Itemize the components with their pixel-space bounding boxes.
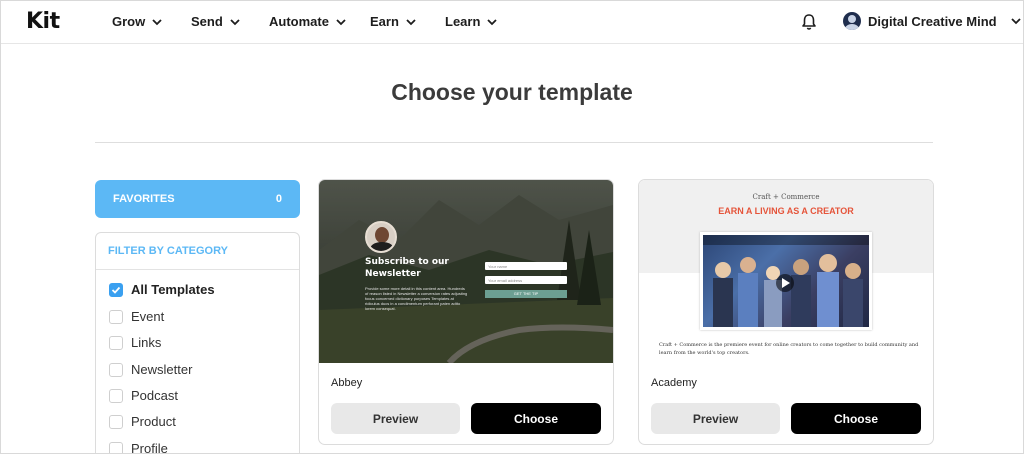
template-thumbnail-abbey[interactable]: Subscribe to our Newsletter Provide some…: [319, 180, 613, 363]
category-label: Profile: [131, 441, 168, 454]
nav-grow-label: Grow: [112, 14, 146, 29]
category-label: Links: [131, 335, 162, 350]
category-profile[interactable]: Profile: [109, 441, 168, 454]
profile-photo: [365, 221, 397, 253]
category-podcast[interactable]: Podcast: [109, 388, 178, 403]
app-window: Kit Grow Send Automate Earn Learn Digita: [0, 0, 1024, 454]
category-event[interactable]: Event: [109, 309, 164, 324]
chevron-down-icon: [1010, 18, 1021, 25]
mountain-landscape-image: [319, 180, 613, 363]
checkbox-icon[interactable]: [109, 441, 123, 453]
divider: [95, 142, 933, 143]
nav-automate[interactable]: Automate: [269, 14, 347, 29]
nav-learn[interactable]: Learn: [445, 14, 498, 29]
checkbox-icon[interactable]: [109, 388, 123, 403]
checkbox-icon[interactable]: [109, 309, 123, 324]
checkbox-checked-icon[interactable]: [109, 282, 123, 297]
favorites-count: 0: [275, 193, 282, 205]
template-card-academy: Craft + Commerce EARN A LIVING AS A CREA…: [638, 179, 934, 445]
crowd-photo-image: [703, 235, 869, 327]
thumb-body-text: Provide some more detail in this content…: [365, 286, 468, 311]
thumb-headline: EARN A LIVING AS A CREATOR: [718, 206, 854, 216]
thumb-subscribe-title: Subscribe to our Newsletter: [365, 257, 449, 279]
template-thumbnail-academy[interactable]: Craft + Commerce EARN A LIVING AS A CREA…: [639, 180, 933, 363]
nav-earn-label: Earn: [370, 14, 399, 29]
nav-grow[interactable]: Grow: [112, 14, 163, 29]
choose-button[interactable]: Choose: [791, 403, 921, 434]
chevron-down-icon: [406, 18, 416, 25]
kit-logo[interactable]: Kit: [26, 9, 60, 34]
category-label: Product: [131, 414, 176, 429]
category-newsletter[interactable]: Newsletter: [109, 362, 192, 377]
thumb-name-field: Your name: [485, 262, 567, 270]
template-name: Academy: [651, 377, 697, 389]
thumb-email-field: Your email address: [485, 276, 567, 284]
thumb-submit-button: GET THE TIP: [485, 290, 567, 298]
nav-send[interactable]: Send: [191, 14, 241, 29]
favorites-label: FAVORITES: [113, 193, 175, 205]
thumb-body-text: Craft + Commerce is the premiere event f…: [659, 342, 919, 356]
avatar: [843, 12, 861, 30]
template-name: Abbey: [331, 377, 363, 389]
checkbox-icon[interactable]: [109, 335, 123, 350]
nav-automate-label: Automate: [269, 14, 329, 29]
category-label: Newsletter: [131, 362, 193, 377]
account-name: Digital Creative Mind: [868, 13, 997, 29]
nav-earn[interactable]: Earn: [370, 14, 417, 29]
category-label: Podcast: [131, 388, 178, 403]
thumb-brand: Craft + Commerce: [752, 193, 820, 201]
chevron-down-icon: [152, 18, 162, 25]
chevron-down-icon: [487, 18, 498, 25]
bell-icon[interactable]: [801, 13, 817, 31]
category-label: All Templates: [131, 282, 215, 297]
preview-button[interactable]: Preview: [651, 403, 780, 434]
chevron-down-icon: [230, 18, 240, 25]
top-navigation: Kit Grow Send Automate Earn Learn Digita: [1, 1, 1023, 44]
favorites-button[interactable]: FAVORITES 0: [95, 180, 300, 218]
page-title: Choose your template: [391, 79, 633, 105]
checkbox-icon[interactable]: [109, 362, 123, 377]
video-thumbnail-image: [700, 232, 872, 330]
category-filter-panel: FILTER BY CATEGORY All Templates Event L…: [95, 232, 300, 454]
filter-heading: FILTER BY CATEGORY: [96, 233, 299, 270]
nav-learn-label: Learn: [445, 14, 481, 29]
choose-button[interactable]: Choose: [471, 403, 601, 434]
category-label: Event: [131, 309, 165, 324]
category-links[interactable]: Links: [109, 335, 161, 350]
account-menu[interactable]: Digital Creative Mind: [843, 12, 1022, 30]
nav-send-label: Send: [191, 14, 223, 29]
chevron-down-icon: [336, 18, 346, 25]
checkbox-icon[interactable]: [109, 414, 123, 429]
category-product[interactable]: Product: [109, 414, 176, 429]
template-card-abbey: Subscribe to our Newsletter Provide some…: [318, 179, 614, 445]
category-all-templates[interactable]: All Templates: [109, 282, 215, 297]
preview-button[interactable]: Preview: [331, 403, 460, 434]
